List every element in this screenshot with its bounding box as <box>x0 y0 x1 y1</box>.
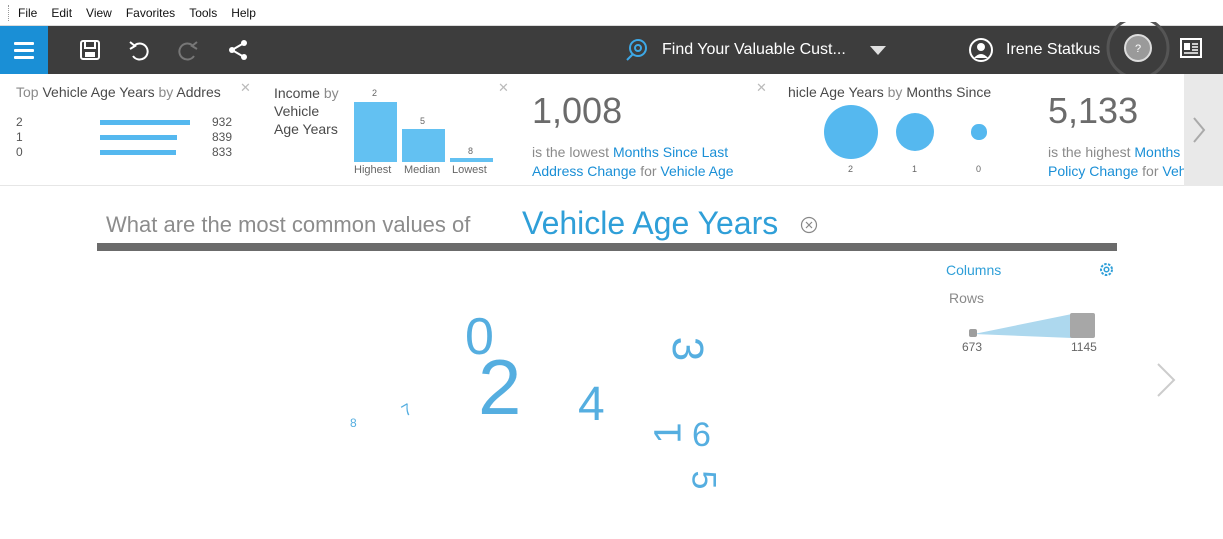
menu-help[interactable]: Help <box>231 6 256 20</box>
story-icon <box>626 39 647 61</box>
share-icon[interactable] <box>226 38 250 62</box>
cloud-word[interactable]: 2 <box>478 348 521 426</box>
chevron-right-icon[interactable] <box>1152 360 1178 405</box>
close-icon[interactable]: ✕ <box>756 80 767 96</box>
card-top-values[interactable]: Top Vehicle Age Years by Addres ✕ 2 1 0 … <box>0 74 255 186</box>
user-icon <box>969 38 993 62</box>
menu-icon[interactable] <box>0 26 48 74</box>
help-glyph: ? <box>1135 43 1141 55</box>
clear-subject-icon[interactable] <box>800 216 818 239</box>
bubble <box>895 112 935 152</box>
income-bar <box>402 129 445 162</box>
story-selector[interactable]: Find Your Valuable Cust... <box>624 36 886 64</box>
app-toolbar: Find Your Valuable Cust... Irene Statkus… <box>0 16 1223 80</box>
bar-caption: Highest <box>354 164 392 176</box>
menu-tools[interactable]: Tools <box>189 6 217 20</box>
story-title: Find Your Valuable Cust... <box>662 41 846 58</box>
card-income[interactable]: Income by Vehicle Age Years ✕ 2 5 8 High… <box>258 74 515 186</box>
cards-next-button[interactable] <box>1184 74 1223 186</box>
row-label: 2 <box>16 115 23 129</box>
rows-max-value: 1145 <box>1071 340 1097 354</box>
question-prefix: What are the most common values of <box>106 212 471 237</box>
cloud-word[interactable]: 7 <box>399 401 415 420</box>
kpi-description: is the highest Months Sinc Policy Change… <box>1048 144 1184 179</box>
user-name: Irene Statkus <box>1006 41 1101 58</box>
bar-top-label: 5 <box>420 116 426 126</box>
menu-bar: File Edit View Favorites Tools Help <box>0 0 1223 26</box>
cloud-word[interactable]: 1 <box>648 422 690 443</box>
income-bar <box>354 102 397 162</box>
menu-edit[interactable]: Edit <box>51 6 72 20</box>
value-bar <box>100 135 177 140</box>
row-value: 839 <box>212 130 233 144</box>
cloud-word[interactable]: 8 <box>350 417 357 429</box>
chevron-right-icon <box>1193 117 1206 143</box>
rows-label: Rows <box>949 290 985 306</box>
value-bar <box>100 150 176 155</box>
question-subject[interactable]: Vehicle Age Years <box>522 205 778 242</box>
menu-favorites[interactable]: Favorites <box>126 6 175 20</box>
cloud-word[interactable]: 5 <box>684 471 722 490</box>
bar-top-label: 8 <box>468 146 474 156</box>
bubble <box>971 124 987 140</box>
menu-view[interactable]: View <box>86 6 112 20</box>
insight-cards-strip: Top Vehicle Age Years by Addres ✕ 2 1 0 … <box>0 74 1223 186</box>
caret-down-icon[interactable] <box>869 45 886 55</box>
question-underline <box>97 243 1117 251</box>
cloud-word[interactable]: 4 <box>578 381 605 429</box>
row-value: 833 <box>212 145 233 159</box>
kpi-description: is the lowest Months Since Last Address … <box>532 144 734 179</box>
card-title: Top Vehicle Age Years by Addres <box>16 84 221 100</box>
undo-icon[interactable] <box>127 38 151 62</box>
save-icon[interactable] <box>78 38 102 62</box>
card-bubbles[interactable]: hicle Age Years by Months Since 2 1 0 <box>778 74 1035 186</box>
redo-icon[interactable] <box>176 38 200 62</box>
slider-max-handle[interactable] <box>1070 313 1095 338</box>
kpi-value: 5,133 <box>1048 90 1139 131</box>
card-title: hicle Age Years by Months Since <box>788 84 992 100</box>
close-icon[interactable]: ✕ <box>498 80 509 96</box>
menu-file[interactable]: File <box>18 6 37 20</box>
bar-caption: Median <box>404 164 441 176</box>
card-kpi-lowest[interactable]: ✕ 1,008 is the lowest Months Since Last … <box>518 74 775 186</box>
kpi-value: 1,008 <box>532 90 623 131</box>
presentation-icon[interactable] <box>1180 38 1202 58</box>
slider-min-handle[interactable] <box>969 329 977 337</box>
row-label: 0 <box>16 145 23 159</box>
columns-selector[interactable]: Columns <box>946 262 1001 278</box>
help-icon[interactable]: ? <box>1106 16 1170 80</box>
cloud-word[interactable]: 6 <box>692 418 711 452</box>
bubble-label: 1 <box>912 164 918 174</box>
row-value: 932 <box>212 115 233 129</box>
cloud-word[interactable]: 3 <box>663 337 712 361</box>
close-icon[interactable]: ✕ <box>240 80 251 96</box>
user-menu[interactable]: Irene Statkus <box>968 36 1100 64</box>
gear-icon[interactable] <box>1098 261 1115 283</box>
bubble <box>824 105 878 159</box>
bubble-label: 0 <box>976 164 982 174</box>
bubble-label: 2 <box>848 164 854 174</box>
bar-caption: Lowest <box>452 164 487 176</box>
card-kpi-highest[interactable]: 5,133 is the highest Months Sinc Policy … <box>1036 74 1184 186</box>
bar-top-label: 2 <box>372 88 378 98</box>
value-bar <box>100 120 190 125</box>
row-label: 1 <box>16 130 23 144</box>
menu-grip <box>8 4 10 21</box>
card-title: Income by Vehicle Age Years <box>274 85 339 137</box>
rows-min-value: 673 <box>962 340 983 354</box>
income-bar <box>450 157 493 162</box>
